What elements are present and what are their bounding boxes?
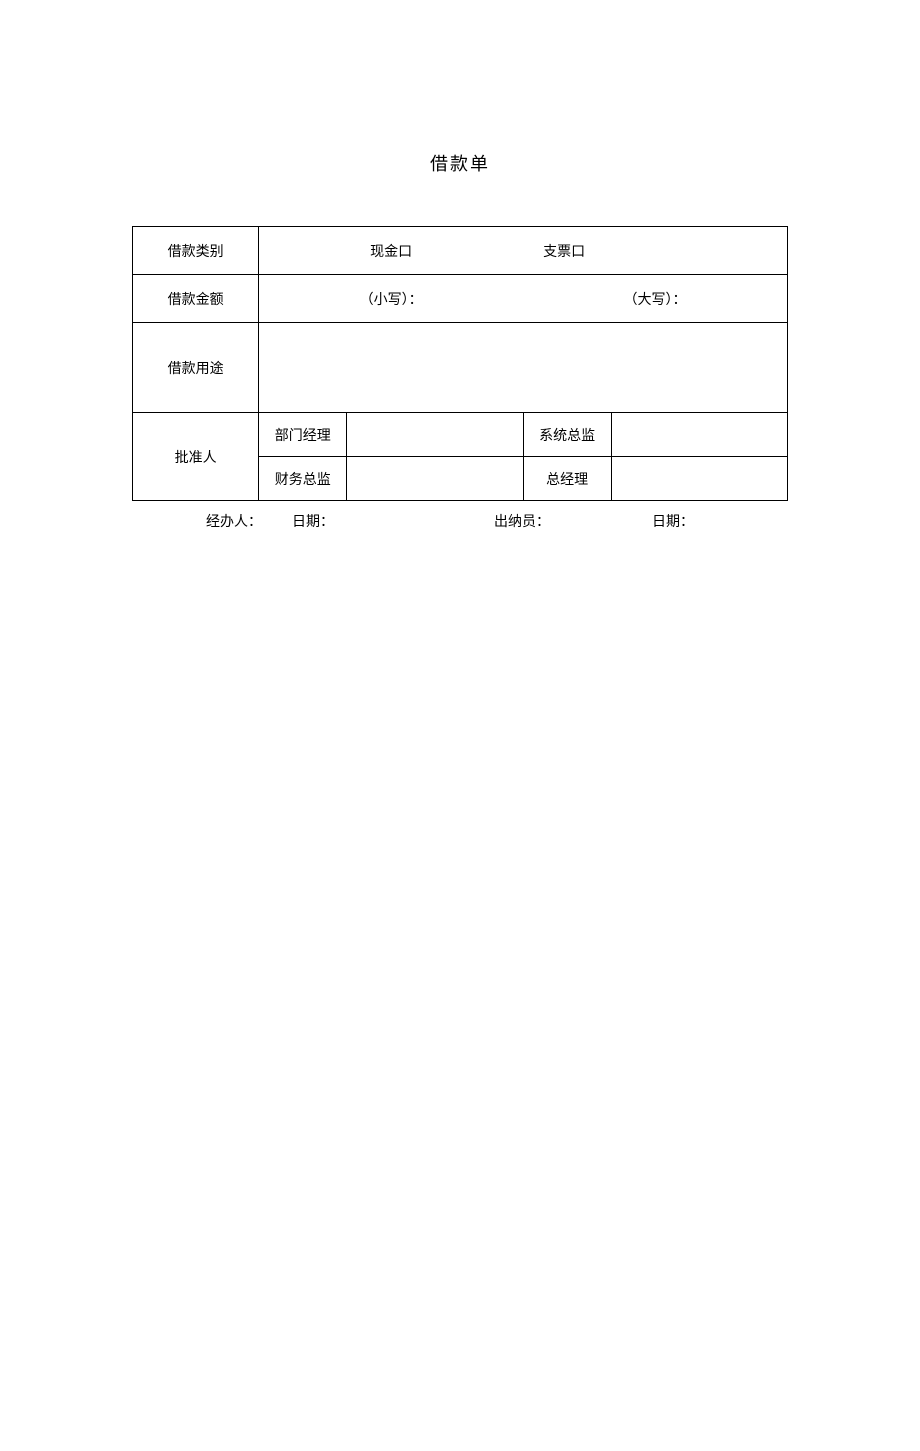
option-check-label: 支票口	[543, 245, 585, 260]
amount-upper-label: （大写）：	[523, 289, 787, 309]
label-approver: 批准人	[133, 413, 259, 501]
label-loan-purpose: 借款用途	[133, 323, 259, 413]
field-system-director[interactable]	[611, 413, 787, 457]
row-loan-type: 借款类别 现金口 支票口	[133, 227, 788, 275]
page-container: 借款单 借款类别 现金口 支票口 借款金额 （小写）： （大写）：	[0, 150, 920, 531]
field-dept-manager[interactable]	[347, 413, 523, 457]
cell-loan-amount: （小写）： （大写）：	[259, 275, 788, 323]
footer-date-1: 日期：	[272, 511, 422, 531]
option-check[interactable]: 支票口	[523, 241, 787, 261]
footer-signature-row: 经办人： 日期： 出纳员： 日期：	[132, 511, 788, 531]
label-system-director: 系统总监	[523, 413, 611, 457]
loan-form-table: 借款类别 现金口 支票口 借款金额 （小写）： （大写）：	[132, 226, 788, 501]
type-options-wrapper: 现金口 支票口	[259, 241, 787, 261]
option-cash[interactable]: 现金口	[259, 241, 523, 261]
label-finance-director: 财务总监	[259, 457, 347, 501]
row-approver-1: 批准人 部门经理 系统总监	[133, 413, 788, 457]
footer-cashier: 出纳员：	[422, 511, 622, 531]
row-loan-purpose: 借款用途	[133, 323, 788, 413]
cell-loan-purpose[interactable]	[259, 323, 788, 413]
footer-date-2: 日期：	[622, 511, 788, 531]
label-dept-manager: 部门经理	[259, 413, 347, 457]
amount-wrapper: （小写）： （大写）：	[259, 289, 787, 309]
footer-handler: 经办人：	[132, 511, 272, 531]
field-general-manager[interactable]	[611, 457, 787, 501]
document-title: 借款单	[0, 150, 920, 176]
label-loan-amount: 借款金额	[133, 275, 259, 323]
amount-lower-label: （小写）：	[259, 289, 523, 309]
field-finance-director[interactable]	[347, 457, 523, 501]
row-loan-amount: 借款金额 （小写）： （大写）：	[133, 275, 788, 323]
label-loan-type: 借款类别	[133, 227, 259, 275]
label-general-manager: 总经理	[523, 457, 611, 501]
option-cash-label: 现金口	[370, 245, 412, 260]
cell-loan-type-options: 现金口 支票口	[259, 227, 788, 275]
